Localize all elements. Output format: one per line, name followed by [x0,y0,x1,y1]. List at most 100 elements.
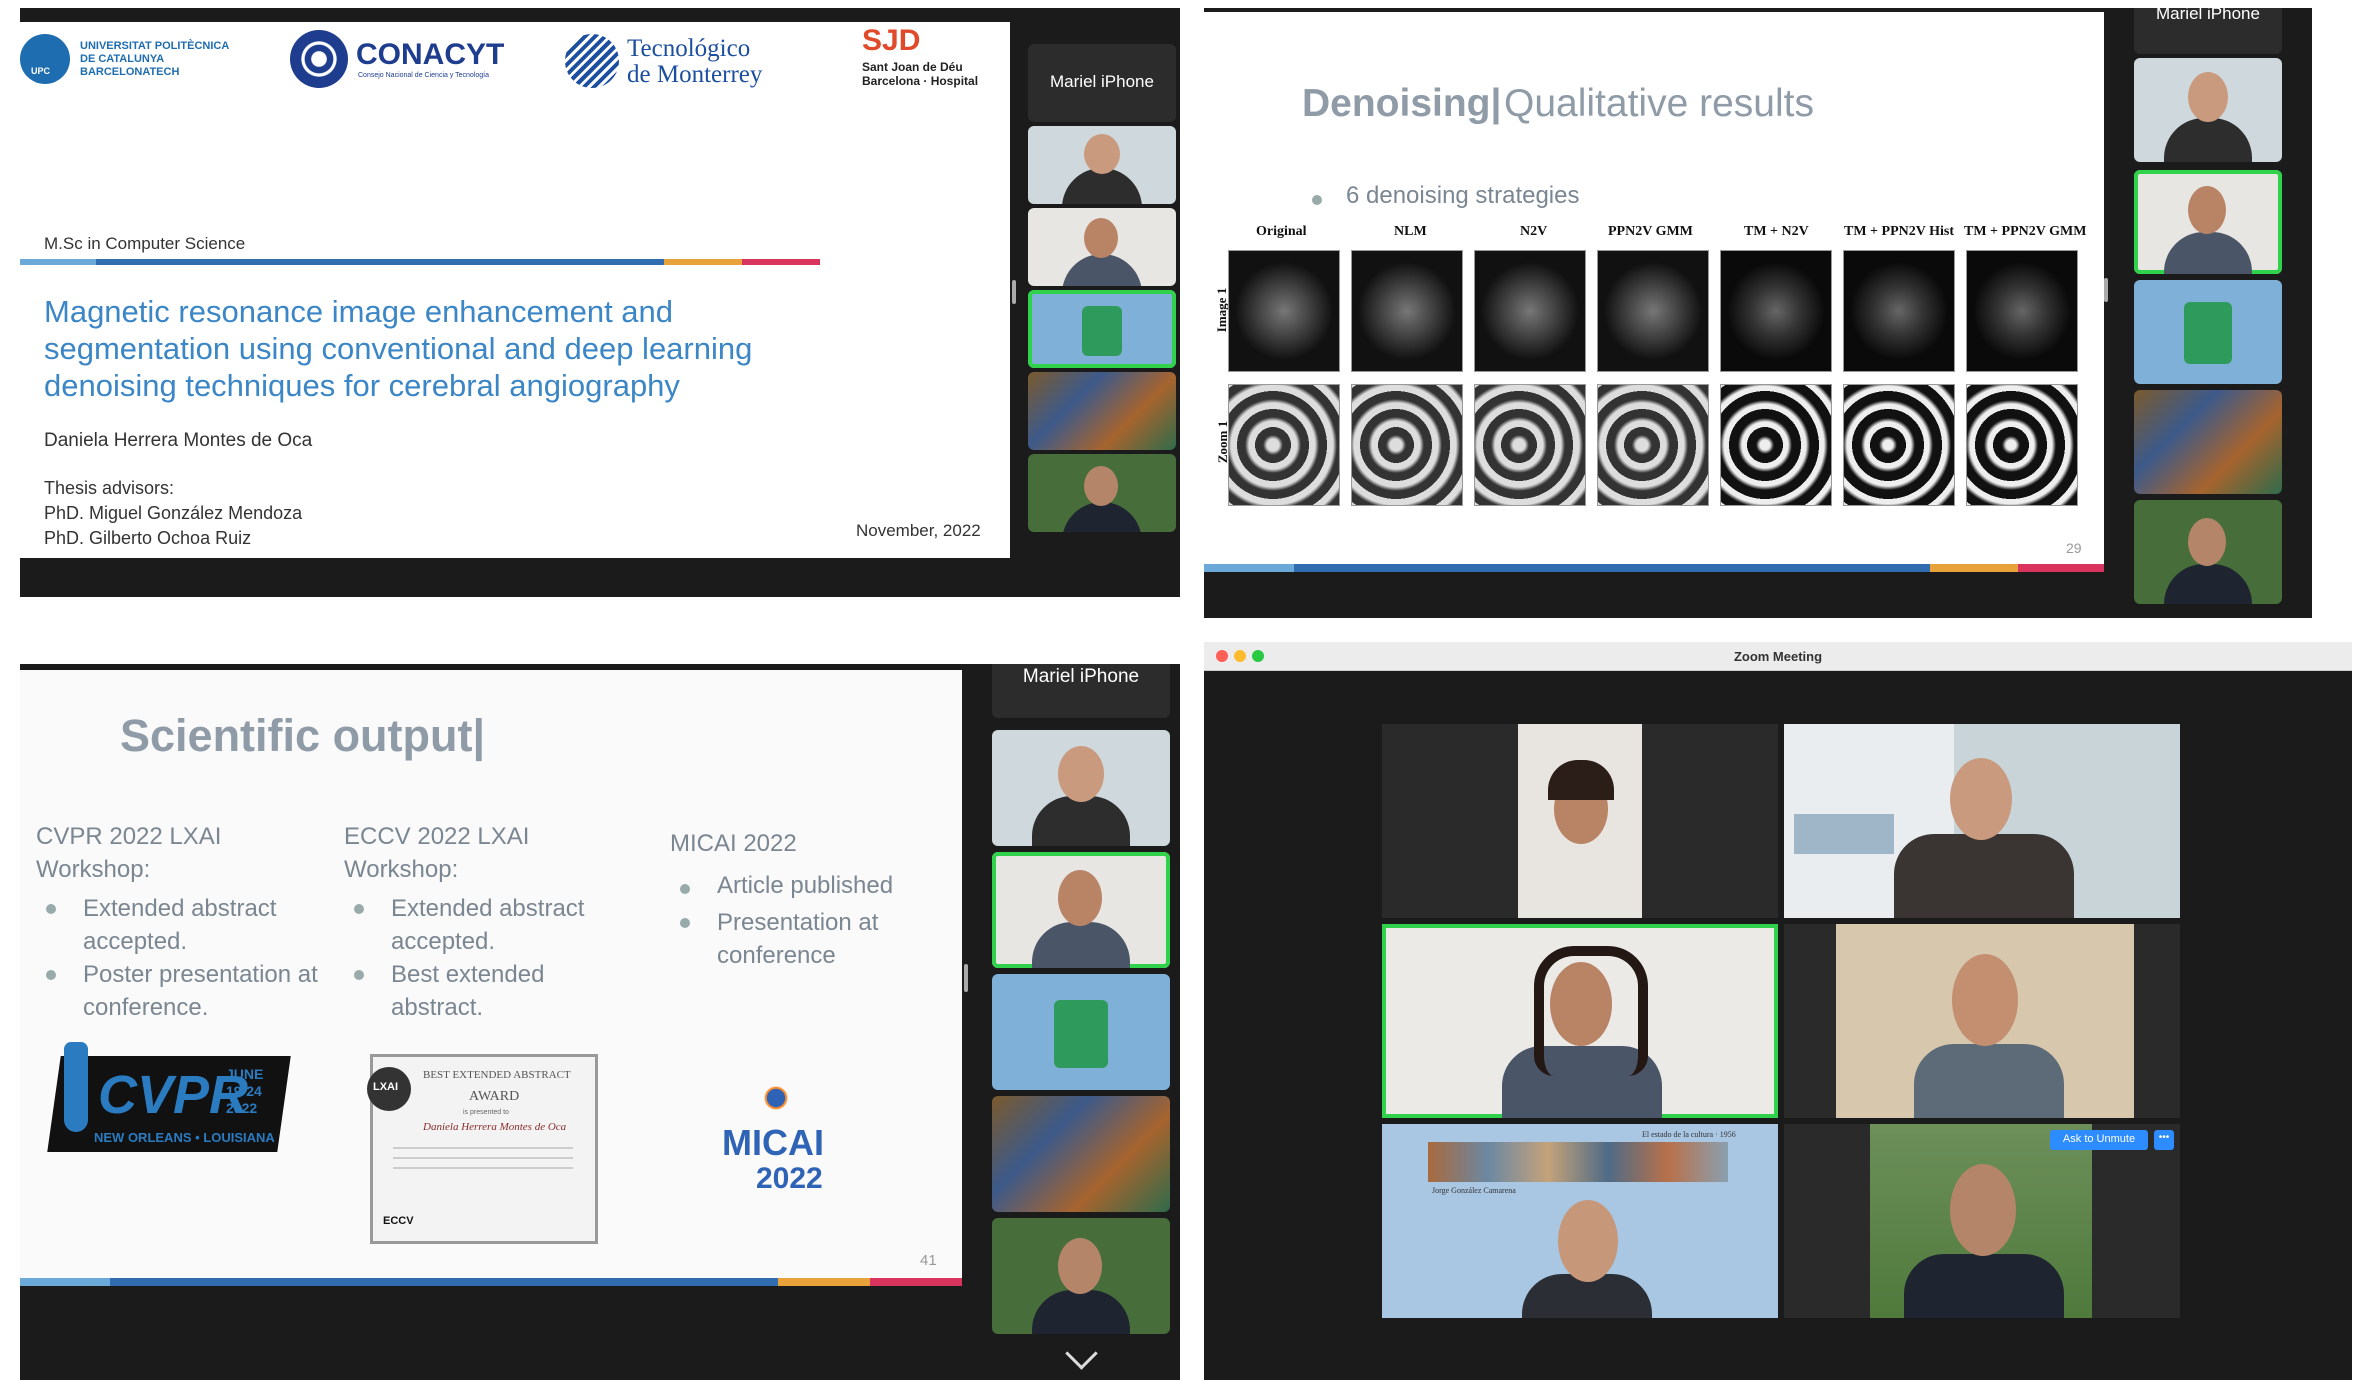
thumb-participant-woman[interactable] [992,852,1170,968]
micai-logo-year: 2022 [756,1162,823,1195]
participant-body [1904,1254,2064,1318]
mri-zoom-tm-ppn2v-hist [1843,384,1955,506]
tec-logo-mark [565,34,619,88]
mri-image-ppn2v-gmm [1597,250,1709,372]
sjd-logo: SJD Sant Joan de Déu Barcelona · Hospita… [860,24,1000,94]
slide-date: November, 2022 [856,521,981,540]
advisor-2: PhD. Gilberto Ochoa Ruiz [44,528,252,548]
thumb-participant-glasses[interactable] [1028,454,1176,532]
video-tile-man-outdoor[interactable]: Ask to Unmute ••• [1784,1124,2180,1318]
thumb-participant-woman[interactable] [1028,208,1176,286]
col-header-2: N2V [1520,224,1548,239]
cvpr-heading: CVPR 2022 LXAI Workshop: [36,823,222,883]
upc-logo-short: UPC [31,66,51,76]
micai-item-2: Presentation at conference [717,909,879,969]
micai-logo-name: MICAI [722,1122,824,1163]
participant-strip-3[interactable]: Mariel iPhone [992,664,1170,1380]
sjd-logo-text: SJD [862,24,921,57]
participant-strip-1[interactable]: Mariel iPhone [1028,44,1176,534]
thumb-participant-woman[interactable] [2134,170,2282,274]
strip-divider-3[interactable] [964,964,968,992]
thumb-participant-glasses[interactable] [992,1218,1170,1334]
video-tile-man-painting[interactable]: El estado de la cultura · 1956 Jorge Gon… [1382,1124,1778,1318]
thumb-mariel-iphone[interactable]: Mariel iPhone [992,664,1170,718]
cvpr-item-2: Poster presentation at conference. [83,961,318,1021]
chevron-down-icon[interactable] [1065,1337,1098,1370]
video-tile-man-office[interactable] [1784,724,2180,918]
thumb-participant-man[interactable] [2134,58,2282,162]
thumb-painting[interactable] [2134,390,2282,494]
conacyt-logo: CONACYT Consejo Nacional de Ciencia y Te… [290,28,520,88]
mri-zoom-tm-n2v [1720,384,1832,506]
thumb-painting[interactable] [1028,372,1176,450]
denoising-bullet: 6 denoising strategies [1346,182,1580,209]
thumb-participant-man[interactable] [1028,126,1176,204]
more-options-button[interactable]: ••• [2154,1130,2174,1150]
pane-top-left: UPC UNIVERSITAT POLITÈCNICA DE CATALUNYA… [0,0,1180,597]
eccv-heading: ECCV 2022 LXAI Workshop: [344,823,530,883]
thumb-screen-share[interactable] [992,974,1170,1090]
title-bar: Zoom Meeting [1204,642,2352,671]
slide-page-number: 41 [920,1252,937,1269]
eccv-item-1: Extended abstract accepted. [391,895,585,955]
conacyt-logo-text: CONACYT [356,38,505,71]
cvpr-logo: CVPR JUNE 19-24 2022 NEW ORLEANS • LOUIS… [47,1042,291,1154]
mri-zoom-nlm [1351,384,1463,506]
denoising-title-light: Qualitative results [1504,82,1814,125]
thumb-mariel-iphone[interactable]: Mariel iPhone [2134,8,2282,54]
participant-strip-2[interactable]: Mariel iPhone [2134,8,2282,614]
bullet-dot [46,970,56,980]
painting-author: Jorge González Camarena [1432,1186,1516,1195]
video-tile-man-earbuds[interactable] [1784,924,2180,1118]
conacyt-logo-sub: Consejo Nacional de Ciencia y Tecnología [358,72,490,79]
col-header-0: Original [1256,224,1307,239]
mri-image-n2v [1474,250,1586,372]
pane-bottom-left: Scientific output| CVPR 2022 LXAI Worksh… [20,664,1180,1380]
strip-divider-1[interactable] [1012,280,1016,304]
mri-zoom-ppn2v-gmm [1597,384,1709,506]
author-name: Daniela Herrera Montes de Oca [44,430,313,451]
advisor-1: PhD. Miguel González Mendoza [44,503,303,523]
slide-title-line-3: denoising techniques for cerebral angiog… [44,368,680,403]
col-header-5: TM + PPN2V Hist [1844,224,1954,239]
eccv-item-2: Best extended abstract. [391,961,545,1021]
denoising-title-bold: Denoising| [1302,82,1502,125]
mri-zoom-original [1228,384,1340,506]
tec-logo: Tecnológico de Monterrey [565,32,795,92]
video-tile-woman-active[interactable] [1382,924,1778,1118]
col-header-1: NLM [1394,224,1427,239]
sjd-logo-sub: Sant Joan de Déu Barcelona · Hospital [862,60,979,88]
micai-logo: MICAI 2022 [720,1076,840,1206]
painting-caption: El estado de la cultura · 1956 [1642,1130,1736,1139]
slide-title-line-2: segmentation using conventional and deep… [44,331,753,366]
ask-to-unmute-button[interactable]: Ask to Unmute [2050,1130,2148,1150]
bullet-dot [1312,195,1322,205]
bullet-dot [46,904,56,914]
mri-image-tm-n2v [1720,250,1832,372]
micai-item-1: Article published [717,872,894,899]
mri-zoom-tm-ppn2v-gmm [1966,384,2078,506]
bullet-dot [680,884,690,894]
thumb-painting[interactable] [992,1096,1170,1212]
zoom-window: Zoom Meeting El estado de la cultura · 1… [1204,642,2352,1380]
award-presented: is presented to [463,1109,509,1116]
cvpr-item-1: Extended abstract accepted. [83,895,277,955]
bullet-dot [680,918,690,928]
thumb-screen-share[interactable] [1028,290,1176,368]
strip-divider-2[interactable] [2104,278,2108,302]
video-tile-woman-top[interactable] [1382,724,1778,918]
participant-face [1558,1200,1618,1282]
saxophone-icon [64,1042,88,1132]
thumb-participant-glasses[interactable] [2134,500,2282,604]
micai-heading: MICAI 2022 [670,830,797,857]
upc-logo: UPC UNIVERSITAT POLITÈCNICA DE CATALUNYA… [20,30,280,90]
thumb-participant-man[interactable] [992,730,1170,846]
thumb-screen-share[interactable] [2134,280,2282,384]
tec-logo-text: Tecnológico de Monterrey [627,35,763,88]
award-footer: ECCV [383,1215,414,1227]
color-bar [1204,564,2104,572]
mri-image-tm-ppn2v-gmm [1966,250,2078,372]
thumb-mariel-iphone[interactable]: Mariel iPhone [1028,44,1176,122]
color-bar [20,259,820,265]
participant-body [1894,834,2074,918]
